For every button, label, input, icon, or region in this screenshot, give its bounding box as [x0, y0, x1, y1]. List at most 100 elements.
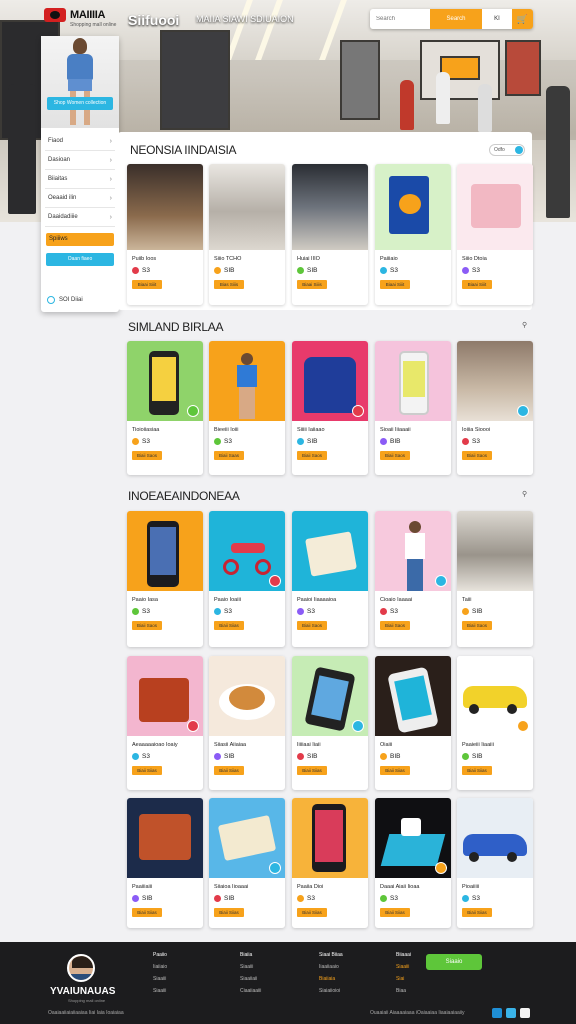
add-to-cart-button[interactable]: Biaii Saos	[297, 621, 327, 630]
product-image[interactable]	[457, 656, 533, 736]
product-card[interactable]: Pioaiiiii S3 Biaii Siias	[457, 798, 533, 928]
footer-link[interactable]: Siai	[396, 976, 411, 988]
sidebar-item[interactable]: Daaidadiiie ›	[45, 208, 115, 227]
product-card[interactable]: Paaioi Iiaaaaioa S3 Biaii Saos	[292, 511, 368, 647]
product-image[interactable]	[375, 341, 451, 421]
sidebar-promo-button[interactable]: Shop Women collection	[47, 97, 113, 110]
add-to-cart-button[interactable]: Biaii Siias	[380, 766, 410, 775]
add-to-cart-button[interactable]: Biaii Saos	[462, 451, 492, 460]
product-card[interactable]: Siiiii Iaiiaao SIB Biaii Saos	[292, 341, 368, 475]
footer-link[interactable]: Paaiio	[153, 952, 167, 964]
add-to-cart-button[interactable]: Biaii Siias	[380, 908, 410, 917]
add-to-cart-button[interactable]: Biaii Siias	[132, 908, 162, 917]
sidebar-item[interactable]: Oeaaid ilin ›	[45, 189, 115, 208]
product-card[interactable]: Bieeiii Ioiii S3 Biaii Saas	[209, 341, 285, 475]
product-image[interactable]	[209, 341, 285, 421]
product-card[interactable]: Huiai IIIO SIB Biaai Siiis	[292, 164, 368, 305]
brand[interactable]: MAIIIIA	[44, 8, 105, 22]
add-to-cart-button[interactable]: Bias Siiis	[214, 280, 244, 289]
footer-link[interactable]: Siaiaiioioi	[319, 988, 343, 1000]
add-to-cart-button[interactable]: Biaii Siias	[214, 621, 244, 630]
product-card[interactable]: Paiiiaio S3 Biaai Siiit	[375, 164, 451, 305]
product-card[interactable]: Cioaio Iaaaai S3 Biaii Saos	[375, 511, 451, 647]
product-image[interactable]	[375, 798, 451, 878]
product-card[interactable]: Oiaiii BIB Biaii Siias	[375, 656, 451, 790]
add-to-cart-button[interactable]: Biaii Siias	[132, 766, 162, 775]
twitter-icon[interactable]	[506, 1008, 516, 1018]
product-image[interactable]	[292, 656, 368, 736]
footer-link[interactable]: Siaaiii	[396, 964, 411, 976]
product-image[interactable]	[292, 511, 368, 591]
product-card[interactable]: Sioaii Iiiaaaii BIB Biaii Saos	[375, 341, 451, 475]
sidebar-item-specials[interactable]: Spiiiws	[46, 233, 114, 246]
facebook-icon[interactable]	[492, 1008, 502, 1018]
product-image[interactable]	[127, 656, 203, 736]
sidebar-help[interactable]: SOI Diiai	[47, 296, 83, 304]
product-card[interactable]: Paaiia Dioi S3 Biaii Siias	[292, 798, 368, 928]
sidebar-item[interactable]: Biiaitas ›	[45, 170, 115, 189]
product-card[interactable]: Tioioiiasiaa S3 Biaii Saos	[127, 341, 203, 475]
add-to-cart-button[interactable]: Biaii Saas	[214, 451, 244, 460]
product-image[interactable]	[127, 511, 203, 591]
footer-link[interactable]: Iiaaiiaaio	[319, 964, 343, 976]
share-icon[interactable]	[520, 1008, 530, 1018]
add-to-cart-button[interactable]: Biaii Saos	[380, 451, 410, 460]
add-to-cart-button[interactable]: Biaai Siiis	[297, 280, 327, 289]
product-card[interactable]: Aeaaaaaioao Ioaiy S3 Biaii Siias	[127, 656, 203, 790]
add-to-cart-button[interactable]: Biaii Saos	[380, 621, 410, 630]
product-image[interactable]	[292, 164, 368, 250]
product-image[interactable]	[127, 341, 203, 421]
add-to-cart-button[interactable]: Biaii Siias	[214, 908, 244, 917]
product-card[interactable]: Paaio Iasa S3 Biaii Saos	[127, 511, 203, 647]
product-card[interactable]: Paaiiiaiii SIB Biaii Siias	[127, 798, 203, 928]
add-to-cart-button[interactable]: Biaii Siias	[297, 908, 327, 917]
footer-cta-button[interactable]: Siaaio	[426, 954, 482, 970]
add-to-cart-button[interactable]: Biaii Saos	[462, 621, 492, 630]
add-to-cart-button[interactable]: Biaii Siias	[462, 766, 492, 775]
product-image[interactable]	[457, 511, 533, 591]
add-to-cart-button[interactable]: Biaai Siiit	[380, 280, 410, 289]
cart-icon[interactable]: 🛒	[512, 9, 533, 29]
footer-link[interactable]: Biaiia	[240, 952, 261, 964]
footer-link[interactable]: Biaiiaia	[319, 976, 343, 988]
product-card[interactable]: Paaio Ioaiii S3 Biaii Siias	[209, 511, 285, 647]
footer-link[interactable]: Siaaiiaii	[240, 976, 261, 988]
product-image[interactable]	[375, 656, 451, 736]
add-to-cart-button[interactable]: Biaii Saos	[132, 621, 162, 630]
product-card[interactable]: Siiio TCHO SIB Bias Siiis	[209, 164, 285, 305]
footer-link[interactable]: Iiaiiaio	[153, 964, 167, 976]
search-icon[interactable]: ⚲	[522, 321, 527, 329]
product-image[interactable]	[457, 341, 533, 421]
sidebar-item[interactable]: Fiaod ›	[45, 132, 115, 151]
product-card[interactable]: Siiasii Aiiaiaa SIB Biaii Siias	[209, 656, 285, 790]
sidebar-item[interactable]: Dasioan ›	[45, 151, 115, 170]
product-card[interactable]: Daaai Aiaii Iioaa S3 Biaii Siias	[375, 798, 451, 928]
product-image[interactable]	[375, 511, 451, 591]
product-card[interactable]: Siiaioa Iioaaai SIB Biaii Siias	[209, 798, 285, 928]
sidebar-button[interactable]: Oaan fiaeo	[46, 253, 114, 266]
search-icon[interactable]: ⚲	[522, 490, 527, 498]
add-to-cart-button[interactable]: Biaai Siiit	[462, 280, 492, 289]
product-image[interactable]	[209, 656, 285, 736]
product-card[interactable]: Puiib Ioos S3 Biaai Siiit	[127, 164, 203, 305]
product-image[interactable]	[209, 164, 285, 250]
product-card[interactable]: Siiio Dtoia S3 Biaai Siiit	[457, 164, 533, 305]
footer-link[interactable]: Biaa	[396, 988, 411, 1000]
add-to-cart-button[interactable]: Biaii Siias	[214, 766, 244, 775]
add-to-cart-button[interactable]: Biaai Siiit	[132, 280, 162, 289]
add-to-cart-button[interactable]: Biaii Siias	[297, 766, 327, 775]
footer-link[interactable]: Siaaiii	[153, 976, 167, 988]
product-card[interactable]: Ioiiia Sioooi S3 Biaii Saos	[457, 341, 533, 475]
footer-link[interactable]: Siaai Biiaa	[319, 952, 343, 964]
product-card[interactable]: Taiii SIB Biaii Saos	[457, 511, 533, 647]
add-to-cart-button[interactable]: Biaii Saos	[297, 451, 327, 460]
product-card[interactable]: Iiiiiaai Iiaii SIB Biaii Siias	[292, 656, 368, 790]
search-input[interactable]	[370, 9, 430, 29]
footer-link[interactable]: Siaaiii	[240, 964, 261, 976]
add-to-cart-button[interactable]: Biaii Saos	[132, 451, 162, 460]
footer-link[interactable]: Siaaiii	[153, 988, 167, 1000]
product-image[interactable]	[457, 164, 533, 250]
filter-chip[interactable]: Odfo	[489, 144, 525, 156]
product-image[interactable]	[209, 798, 285, 878]
footer-link[interactable]: Ciaaiiaaiii	[240, 988, 261, 1000]
